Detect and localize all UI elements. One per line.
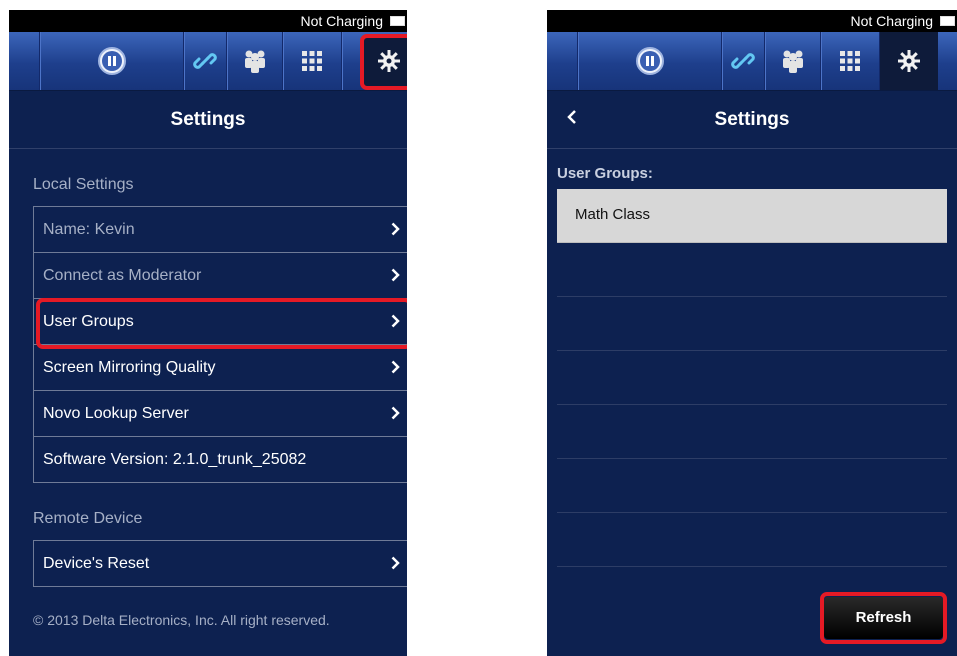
refresh-button-highlight [820, 592, 947, 644]
user-groups-highlight [36, 298, 407, 349]
empty-row [557, 513, 947, 567]
pause-icon [635, 47, 664, 75]
user-groups-list: Math Class [557, 189, 947, 567]
grid-icon [840, 51, 860, 71]
pause-button[interactable] [40, 32, 183, 90]
empty-row [557, 405, 947, 459]
groups-button[interactable] [765, 32, 820, 90]
charging-status: Not Charging [850, 13, 934, 29]
charging-status: Not Charging [300, 13, 384, 29]
chevron-right-icon [391, 360, 400, 374]
device-reset-row[interactable]: Device's Reset [34, 541, 407, 586]
empty-row [557, 459, 947, 513]
screen-mirroring-quality-label: Screen Mirroring Quality [43, 359, 216, 376]
novo-lookup-server-label: Novo Lookup Server [43, 405, 189, 422]
settings-header: Settings [547, 91, 957, 149]
connect-moderator-label: Connect as Moderator [43, 267, 202, 284]
empty-row [557, 297, 947, 351]
copyright-text: © 2013 Delta Electronics, Inc. All right… [33, 612, 330, 628]
battery-icon [390, 16, 405, 26]
link-icon [731, 53, 755, 69]
page-title: Settings [170, 109, 246, 130]
chevron-right-icon [391, 406, 400, 420]
gear-icon [898, 50, 920, 72]
status-bar: Not Charging [547, 10, 957, 32]
device-reset-label: Device's Reset [43, 555, 150, 572]
group-row[interactable]: Math Class [557, 189, 947, 243]
screen-mirroring-quality-row[interactable]: Screen Mirroring Quality [34, 345, 407, 391]
group-icon [782, 50, 803, 73]
chevron-right-icon [391, 556, 400, 570]
pause-button[interactable] [578, 32, 721, 90]
local-settings-label: Local Settings [33, 176, 134, 193]
user-groups-heading: User Groups: [557, 165, 653, 182]
novo-lookup-server-row[interactable]: Novo Lookup Server [34, 391, 407, 437]
link-button[interactable] [722, 32, 764, 90]
settings-button[interactable] [880, 32, 938, 90]
page-title: Settings [714, 109, 790, 130]
grid-icon [302, 51, 322, 71]
link-button[interactable] [184, 32, 226, 90]
software-version-row: Software Version: 2.1.0_trunk_25082 [34, 437, 407, 482]
settings-screen-left: Not Charging Settings Local Settings Nam… [9, 10, 407, 656]
toolbar [9, 32, 407, 91]
groups-button[interactable] [227, 32, 282, 90]
empty-row [557, 351, 947, 405]
link-icon [193, 53, 217, 69]
remote-device-label: Remote Device [33, 510, 143, 527]
chevron-right-icon [391, 222, 400, 236]
battery-icon [940, 16, 955, 26]
settings-button-highlight [360, 34, 407, 90]
status-bar: Not Charging [9, 10, 407, 32]
grid-button[interactable] [283, 32, 341, 90]
name-row[interactable]: Name: Kevin [34, 207, 407, 253]
group-icon [244, 50, 265, 73]
empty-row [557, 243, 947, 297]
grid-button[interactable] [821, 32, 879, 90]
user-groups-screen-right: Not Charging Settings User Groups: Math … [547, 10, 957, 656]
software-version-label: Software Version: 2.1.0_trunk_25082 [43, 451, 307, 468]
remote-device-list: Device's Reset [33, 540, 407, 587]
connect-moderator-row[interactable]: Connect as Moderator [34, 253, 407, 299]
pause-icon [97, 47, 126, 75]
name-label: Name: Kevin [43, 221, 135, 238]
group-name: Math Class [575, 206, 651, 223]
toolbar [547, 32, 957, 91]
settings-header: Settings [9, 91, 407, 149]
chevron-right-icon [391, 268, 400, 282]
